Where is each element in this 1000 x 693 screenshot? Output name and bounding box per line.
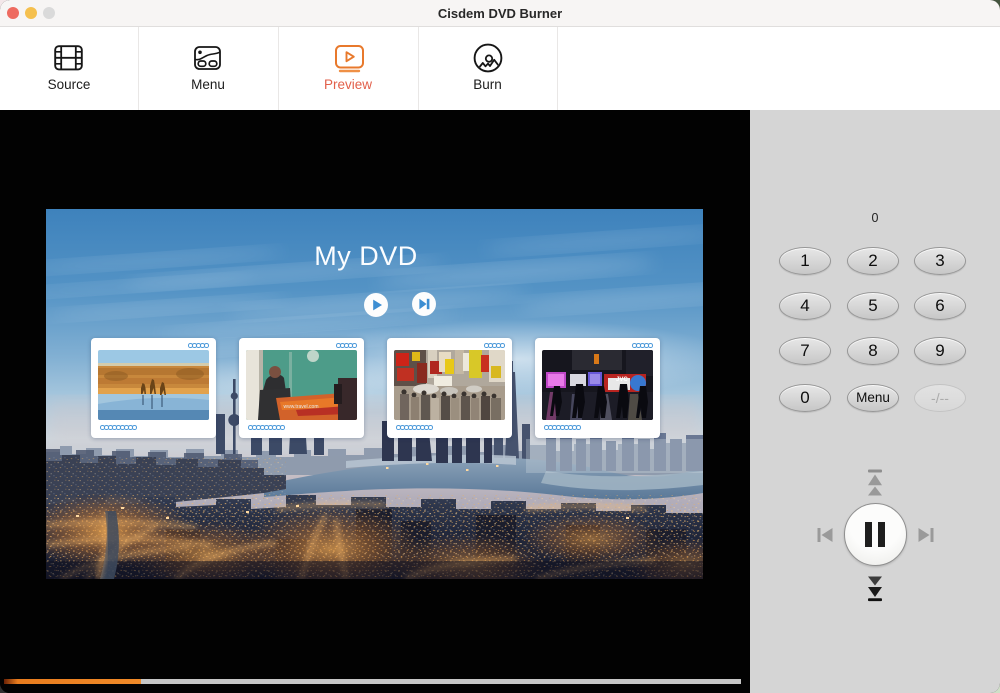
svg-text:www.travel.com: www.travel.com [283, 404, 318, 410]
svg-text:JVC: JVC [616, 377, 628, 383]
